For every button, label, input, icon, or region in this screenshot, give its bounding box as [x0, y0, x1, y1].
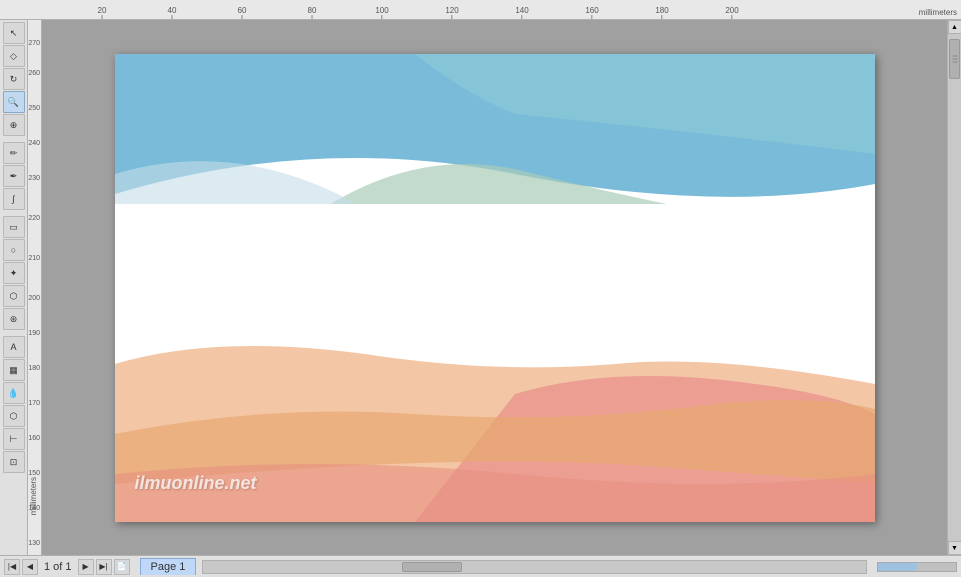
page-last-btn[interactable]: ▶| [96, 559, 112, 575]
paint-bucket-tool-btn[interactable]: ⬡ [3, 405, 25, 427]
measure-tool-btn[interactable]: ⊕ [3, 114, 25, 136]
bottom-bar: |◀ ◀ 1 of 1 ▶ ▶| 📄 Page 1 [0, 555, 961, 577]
gradient-tool-btn[interactable]: ▦ [3, 359, 25, 381]
page-tab[interactable]: Page 1 [140, 558, 197, 575]
pencil-tool-btn[interactable]: ✒ [3, 165, 25, 187]
zoom-area [877, 562, 957, 572]
ruler-mark-140: 140 [515, 6, 528, 19]
star-tool-btn[interactable]: ✦ [3, 262, 25, 284]
ruler-mark-180: 180 [655, 6, 668, 19]
top-ruler: 20 40 60 80 100 120 140 160 180 200 mill… [0, 0, 961, 20]
bottom-scrollbar-thumb[interactable] [402, 562, 462, 572]
zoom-tool-btn[interactable]: 🔍 [3, 91, 25, 113]
zoom-slider-fill [878, 563, 917, 571]
text-tool-btn[interactable]: A [3, 336, 25, 358]
document-page: ilmuonline.net [115, 54, 875, 522]
circle-tool-btn[interactable]: ○ [3, 239, 25, 261]
main-area: ↖ ◇ ↻ 🔍 ⊕ ✏ ✒ ∫ ▭ ○ ✦ ⬡ ⊛ A ▦ 💧 ⬡ ⊢ ⊡ 27… [0, 20, 961, 555]
right-scrollbar[interactable]: ▲ ▼ [947, 20, 961, 555]
bottom-scrollbar[interactable] [202, 560, 867, 574]
scroll-up-btn[interactable]: ▲ [948, 20, 961, 34]
scroll-thumb-vertical[interactable] [949, 39, 960, 79]
canvas-area[interactable]: ilmuonline.net [42, 20, 947, 555]
ruler-mark-20: 20 [98, 6, 107, 19]
left-toolbar: ↖ ◇ ↻ 🔍 ⊕ ✏ ✒ ∫ ▭ ○ ✦ ⬡ ⊛ A ▦ 💧 ⬡ ⊢ ⊡ [0, 20, 28, 555]
ruler-mark-200: 200 [725, 6, 738, 19]
ruler-mark-80: 80 [308, 6, 317, 19]
pen-tool-btn[interactable]: ✏ [3, 142, 25, 164]
page-prev-btn[interactable]: ◀ [22, 559, 38, 575]
ruler-mark-120: 120 [445, 6, 458, 19]
ruler-mark-60: 60 [238, 6, 247, 19]
page-next-btn[interactable]: ▶ [78, 559, 94, 575]
left-ruler-label: millimeters [29, 477, 38, 515]
connector-tool-btn[interactable]: ⊢ [3, 428, 25, 450]
page-indicator: 1 of 1 [40, 561, 76, 573]
node-tool-btn[interactable]: ◇ [3, 45, 25, 67]
ruler-mark-160: 160 [585, 6, 598, 19]
ruler-mark-40: 40 [168, 6, 177, 19]
dropper-tool-btn[interactable]: 💧 [3, 382, 25, 404]
3dbox-tool-btn[interactable]: ⬡ [3, 285, 25, 307]
select-tool-btn[interactable]: ↖ [3, 22, 25, 44]
new-page-btn[interactable]: 📄 [114, 559, 130, 575]
calligraphy-tool-btn[interactable]: ∫ [3, 188, 25, 210]
zoom-slider[interactable] [877, 562, 957, 572]
page-first-btn[interactable]: |◀ [4, 559, 20, 575]
spray-tool-btn[interactable]: ⊡ [3, 451, 25, 473]
tweak-tool-btn[interactable]: ↻ [3, 68, 25, 90]
ruler-marks: 20 40 60 80 100 120 140 160 180 200 mill… [42, 0, 961, 19]
ruler-mark-100: 100 [375, 6, 388, 19]
scroll-track-vertical[interactable] [948, 34, 961, 541]
scroll-down-btn[interactable]: ▼ [948, 541, 961, 555]
spiral-tool-btn[interactable]: ⊛ [3, 308, 25, 330]
rectangle-tool-btn[interactable]: ▭ [3, 216, 25, 238]
ruler-unit-label: millimeters [919, 8, 957, 17]
left-ruler: 270 260 250 240 230 220 210 200 190 180 … [28, 20, 42, 555]
